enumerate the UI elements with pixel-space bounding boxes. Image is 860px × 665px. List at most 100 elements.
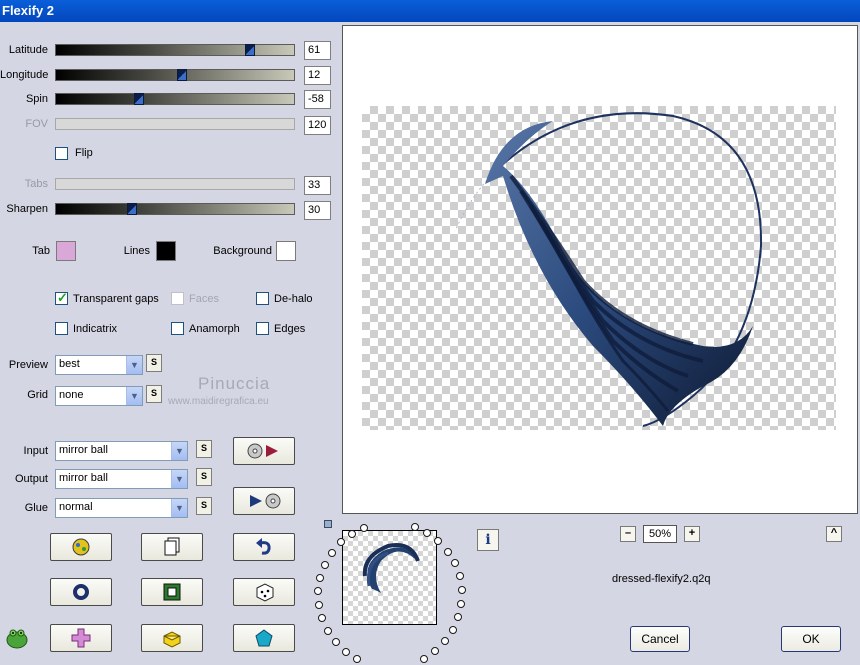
dice-icon (256, 583, 274, 602)
flip-label: Flip (75, 147, 93, 159)
longitude-value[interactable]: 12 (304, 66, 331, 85)
chevron-down-icon[interactable]: ▼ (171, 499, 187, 517)
navigator-dot (315, 601, 323, 609)
longitude-label: Longitude (0, 69, 49, 81)
glue-select-value: normal (59, 501, 93, 513)
copy-button[interactable] (141, 533, 203, 561)
navigator-dot (360, 524, 368, 532)
frame-icon (163, 583, 181, 601)
de-halo-checkbox[interactable] (256, 292, 269, 305)
faces-checkbox (171, 292, 184, 305)
lines-color-swatch[interactable] (156, 241, 176, 261)
sharpen-value[interactable]: 30 (304, 201, 331, 220)
input-select-value: mirror ball (59, 444, 108, 456)
undo-button[interactable] (233, 533, 295, 561)
navigator-handle[interactable] (324, 520, 332, 528)
navigator-dot (324, 627, 332, 635)
cross-icon (71, 628, 91, 648)
input-s-button[interactable]: S (196, 440, 212, 458)
navigator-dot (348, 530, 356, 538)
render-forward-button[interactable] (233, 437, 295, 465)
chevron-down-icon[interactable]: ▼ (126, 356, 142, 374)
navigator-dot (411, 523, 419, 531)
edges-checkbox[interactable] (256, 322, 269, 335)
output-s-button[interactable]: S (196, 468, 212, 486)
grid-select-value: none (59, 389, 84, 401)
preview-canvas[interactable] (342, 25, 858, 514)
pentagon-button[interactable] (233, 624, 295, 652)
latitude-slider-thumb[interactable] (245, 44, 255, 56)
navigator-dot (316, 574, 324, 582)
disc-play-icon (247, 443, 278, 459)
navigator-dot (456, 572, 464, 580)
ring-icon (73, 584, 89, 600)
faces-label: Faces (189, 293, 219, 305)
chevron-down-icon[interactable]: ▼ (126, 387, 142, 405)
transparent-gaps-label: Transparent gaps (73, 293, 159, 305)
background-color-swatch[interactable] (276, 241, 296, 261)
anamorph-checkbox[interactable] (171, 322, 184, 335)
preset-filename: dressed-flexify2.q2q (612, 573, 711, 585)
edges-label: Edges (274, 323, 306, 335)
ok-button[interactable]: OK (781, 626, 841, 652)
tab-color-swatch[interactable] (56, 241, 76, 261)
chevron-down-icon[interactable]: ▼ (171, 442, 187, 460)
glue-select[interactable]: normal ▼ (55, 498, 188, 518)
collapse-button[interactable]: ^ (826, 526, 842, 542)
preview-select[interactable]: best ▼ (55, 355, 143, 375)
random-button[interactable] (233, 578, 295, 606)
transparent-gaps-checkbox[interactable]: ✓ (55, 290, 68, 305)
longitude-slider[interactable] (55, 69, 295, 81)
sharpen-slider[interactable] (55, 203, 295, 215)
latitude-value[interactable]: 61 (304, 41, 331, 60)
navigator-dot (353, 655, 361, 663)
title-bar: Flexify 2 (0, 0, 860, 22)
grid-s-button[interactable]: S (146, 385, 162, 403)
preview-s-button[interactable]: S (146, 354, 162, 372)
palette-icon (72, 538, 90, 556)
randomize-colors-button[interactable] (50, 533, 112, 561)
zoom-out-button[interactable]: – (620, 526, 636, 542)
flip-checkbox[interactable] (55, 147, 68, 160)
indicatrix-checkbox[interactable] (55, 322, 68, 335)
cancel-button[interactable]: Cancel (630, 626, 690, 652)
info-button[interactable]: i (477, 529, 499, 551)
zoom-level: 50% (643, 525, 677, 543)
navigator-dot (321, 561, 329, 569)
tab-color-label: Tab (32, 245, 50, 257)
pentagon-icon (255, 629, 273, 647)
output-select[interactable]: mirror ball ▼ (55, 469, 188, 489)
sharpen-label: Sharpen (6, 203, 48, 215)
sharpen-slider-thumb[interactable] (127, 203, 137, 215)
brick-button[interactable] (141, 624, 203, 652)
longitude-slider-thumb[interactable] (177, 69, 187, 81)
tabs-slider (55, 178, 295, 190)
navigator-dot (457, 600, 465, 608)
tabs-label: Tabs (24, 178, 48, 190)
render-back-button[interactable] (233, 487, 295, 515)
preview-render (454, 112, 763, 427)
ring-button[interactable] (50, 578, 112, 606)
fov-slider (55, 118, 295, 130)
spin-label: Spin (25, 93, 48, 105)
cross-button[interactable] (50, 624, 112, 652)
input-select[interactable]: mirror ball ▼ (55, 441, 188, 461)
grid-select[interactable]: none ▼ (55, 386, 143, 406)
watermark-site: www.maidiregrafica.eu (168, 396, 269, 407)
navigator-dot (318, 614, 326, 622)
window-title: Flexify 2 (2, 3, 55, 18)
navigator-dot (451, 559, 459, 567)
zoom-in-button[interactable]: + (684, 526, 700, 542)
preview-select-label: Preview (8, 359, 48, 371)
navigator-thumbnail[interactable] (342, 530, 437, 625)
chevron-down-icon[interactable]: ▼ (171, 470, 187, 488)
glue-s-button[interactable]: S (196, 497, 212, 515)
spin-value[interactable]: -58 (304, 90, 331, 109)
brick-icon (163, 631, 181, 648)
latitude-slider[interactable] (55, 44, 295, 56)
frame-button[interactable] (141, 578, 203, 606)
spin-slider[interactable] (55, 93, 295, 105)
navigator-dot (434, 537, 442, 545)
navigator-dot (342, 648, 350, 656)
spin-slider-thumb[interactable] (134, 93, 144, 105)
